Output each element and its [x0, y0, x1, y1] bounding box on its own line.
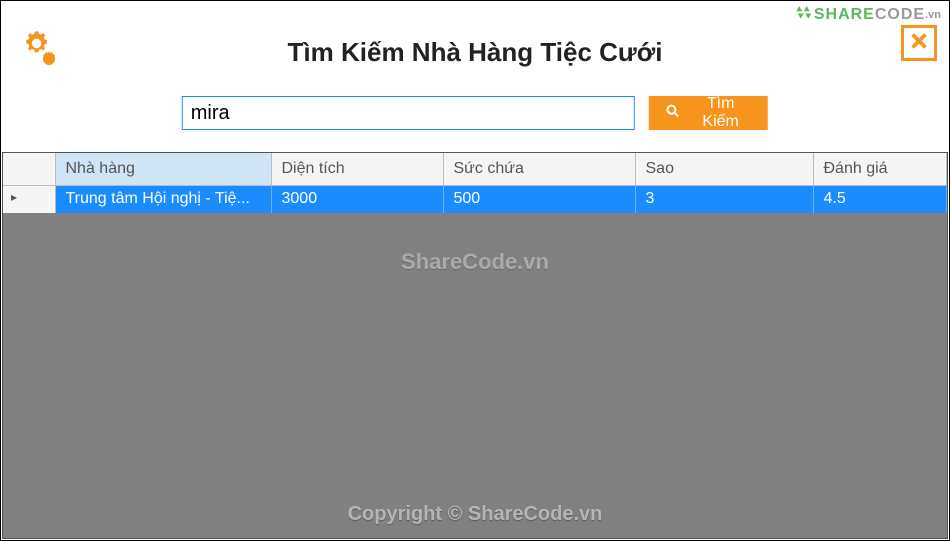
- cell-star: 3: [635, 185, 813, 213]
- recycle-icon: [794, 3, 812, 26]
- brand-logo: SHARECODE.vn: [794, 3, 941, 26]
- search-input[interactable]: [182, 96, 635, 130]
- cell-area: 3000: [271, 185, 443, 213]
- search-button[interactable]: Tìm Kiếm: [649, 96, 768, 130]
- column-header-area[interactable]: Diện tích: [271, 153, 443, 185]
- search-button-label: Tìm Kiếm: [689, 95, 752, 131]
- logo-text-share: SHARE: [814, 6, 875, 24]
- logo-text-suffix: .vn: [925, 9, 941, 21]
- close-icon: [908, 30, 930, 57]
- settings-icon[interactable]: [19, 29, 59, 69]
- results-table: Nhà hàng Diện tích Sức chứa Sao Đánh giá…: [2, 152, 948, 539]
- close-button[interactable]: [901, 25, 937, 61]
- search-icon: [665, 103, 681, 124]
- cell-name: Trung tâm Hội nghị - Tiệ...: [55, 185, 271, 213]
- column-header-rating[interactable]: Đánh giá: [813, 153, 947, 185]
- column-header-name[interactable]: Nhà hàng: [55, 153, 271, 185]
- page-title: Tìm Kiếm Nhà Hàng Tiệc Cưới: [288, 37, 663, 68]
- column-header-capacity[interactable]: Sức chứa: [443, 153, 635, 185]
- table-row[interactable]: Trung tâm Hội nghị - Tiệ... 3000 500 3 4…: [3, 185, 947, 213]
- row-selector-header: [3, 153, 55, 185]
- logo-text-code: CODE: [875, 6, 925, 24]
- column-header-star[interactable]: Sao: [635, 153, 813, 185]
- cell-rating: 4.5: [813, 185, 947, 213]
- row-indicator: [3, 185, 55, 213]
- cell-capacity: 500: [443, 185, 635, 213]
